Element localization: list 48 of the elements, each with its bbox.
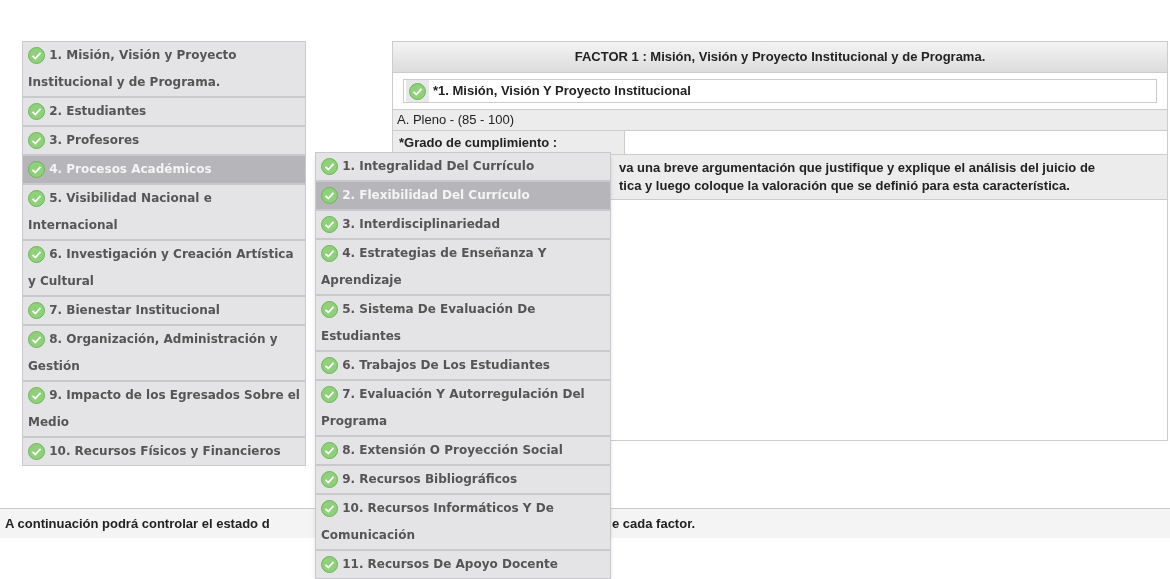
check-icon [321, 216, 338, 233]
check-icon [321, 357, 338, 374]
check-icon [321, 442, 338, 459]
check-icon [28, 103, 45, 120]
menu-item[interactable]: 6. Trabajos De Los Estudiantes [315, 351, 611, 380]
check-icon [28, 190, 45, 207]
menu-item[interactable]: 3. Profesores [22, 126, 306, 155]
menu-item[interactable]: 11. Recursos De Apoyo Docente [315, 550, 611, 579]
check-icon [321, 500, 338, 517]
menu-item[interactable]: 1. Integralidad Del Currículo [315, 152, 611, 181]
menu-item[interactable]: 10. Recursos Físicos y Financieros [22, 437, 306, 466]
menu-item[interactable]: 8. Organización, Administración y Gestión [22, 325, 306, 381]
menu-item[interactable]: 5. Visibilidad Nacional e Internacional [22, 184, 306, 240]
check-icon [28, 302, 45, 319]
check-icon [28, 161, 45, 178]
check-icon [28, 132, 45, 149]
characteristic-field: *1. Misión, Visión Y Proyecto Institucional [403, 79, 1157, 103]
check-icon [321, 471, 338, 488]
menu-item[interactable]: 7. Bienestar Institucional [22, 296, 306, 325]
check-icon [28, 331, 45, 348]
footer-text: e cada factor. [612, 514, 696, 533]
check-icon [321, 245, 338, 262]
menu-item[interactable]: 9. Impacto de los Egresados Sobre el Medio [22, 381, 306, 437]
check-icon [321, 187, 338, 204]
menu-item[interactable]: 1. Misión, Visión y Proyecto Institucional y de Programa. [22, 41, 306, 97]
instruction-text: tica y luego coloque la valoración que se definió para esta característica. [619, 177, 1071, 195]
check-icon [321, 301, 338, 318]
check-icon [28, 443, 45, 460]
check-icon [321, 556, 338, 573]
panel-header: FACTOR 1 : Misión, Visión y Proyecto Institucional y de Programa. [393, 42, 1167, 73]
check-icon [321, 158, 338, 175]
menu-item[interactable]: 2. Estudiantes [22, 97, 306, 126]
check-icon [28, 387, 45, 404]
compliance-label: *Grado de cumplimiento : [393, 131, 625, 154]
menu-item[interactable]: 5. Sistema De Evaluación De Estudiantes [315, 295, 611, 351]
instruction-text: va una breve argumentación que justifique y explique el análisis del juicio de [619, 159, 1097, 177]
menu-item[interactable]: 10. Recursos Informáticos Y De Comunicación [315, 494, 611, 550]
check-icon [321, 386, 338, 403]
menu-item[interactable]: 6. Investigación y Creación Artística y Cultural [22, 240, 306, 296]
check-icon [28, 47, 45, 64]
menu-item[interactable]: 4. Estrategias de Enseñanza Y Aprendizaje [315, 239, 611, 295]
level-range: A. Pleno - (85 - 100) [393, 109, 1167, 131]
menu-item[interactable]: 3. Interdisciplinariedad [315, 210, 611, 239]
menu-item[interactable]: 8. Extensión O Proyección Social [315, 436, 611, 465]
menu-item[interactable]: 7. Evaluación Y Autorregulación Del Programa [315, 380, 611, 436]
menu-item[interactable]: 9. Recursos Bibliográficos [315, 465, 611, 494]
check-icon [409, 82, 426, 100]
check-icon [28, 246, 45, 263]
